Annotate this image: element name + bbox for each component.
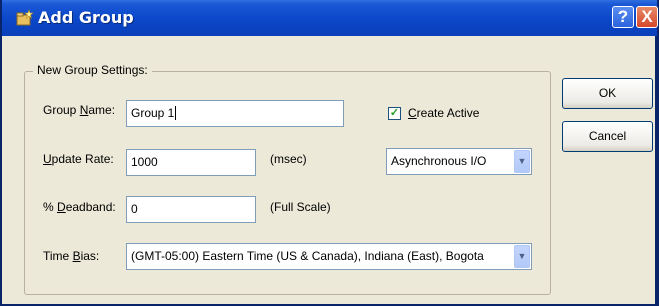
- text-caret: [175, 106, 177, 120]
- group-name-value: Group 1: [131, 106, 175, 120]
- time-bias-value: (GMT-05:00) Eastern Time (US & Canada), …: [131, 249, 484, 263]
- time-bias-label: Time Bias:: [43, 249, 100, 263]
- cancel-button[interactable]: Cancel: [562, 121, 653, 152]
- groupbox-legend: New Group Settings:: [33, 63, 152, 77]
- group-name-label: Group Name:: [43, 103, 116, 117]
- window-title: Add Group: [38, 8, 134, 27]
- deadband-field[interactable]: 0: [126, 196, 256, 223]
- create-active-label[interactable]: Create Active: [408, 106, 479, 120]
- time-bias-select[interactable]: (GMT-05:00) Eastern Time (US & Canada), …: [126, 243, 532, 270]
- create-active-checkbox[interactable]: ✓: [388, 107, 401, 120]
- title-bar[interactable]: Add Group ? X: [2, 0, 658, 36]
- io-mode-select[interactable]: Asynchronous I/O ▼: [386, 148, 532, 175]
- deadband-label: % Deadband:: [43, 200, 116, 214]
- update-rate-field[interactable]: 1000: [126, 149, 256, 176]
- close-button[interactable]: X: [636, 6, 658, 28]
- group-add-icon: [16, 9, 34, 27]
- ok-button[interactable]: OK: [562, 78, 653, 109]
- group-name-field[interactable]: Group 1: [126, 100, 344, 127]
- chevron-down-icon[interactable]: ▼: [514, 245, 530, 268]
- help-button[interactable]: ?: [612, 6, 634, 28]
- chevron-down-icon[interactable]: ▼: [514, 150, 530, 173]
- deadband-unit: (Full Scale): [270, 200, 331, 214]
- update-rate-label: Update Rate:: [43, 152, 114, 166]
- update-rate-unit: (msec): [270, 152, 307, 166]
- io-mode-value: Asynchronous I/O: [391, 154, 487, 168]
- add-group-dialog: Add Group ? X New Group Settings: Group …: [0, 0, 659, 306]
